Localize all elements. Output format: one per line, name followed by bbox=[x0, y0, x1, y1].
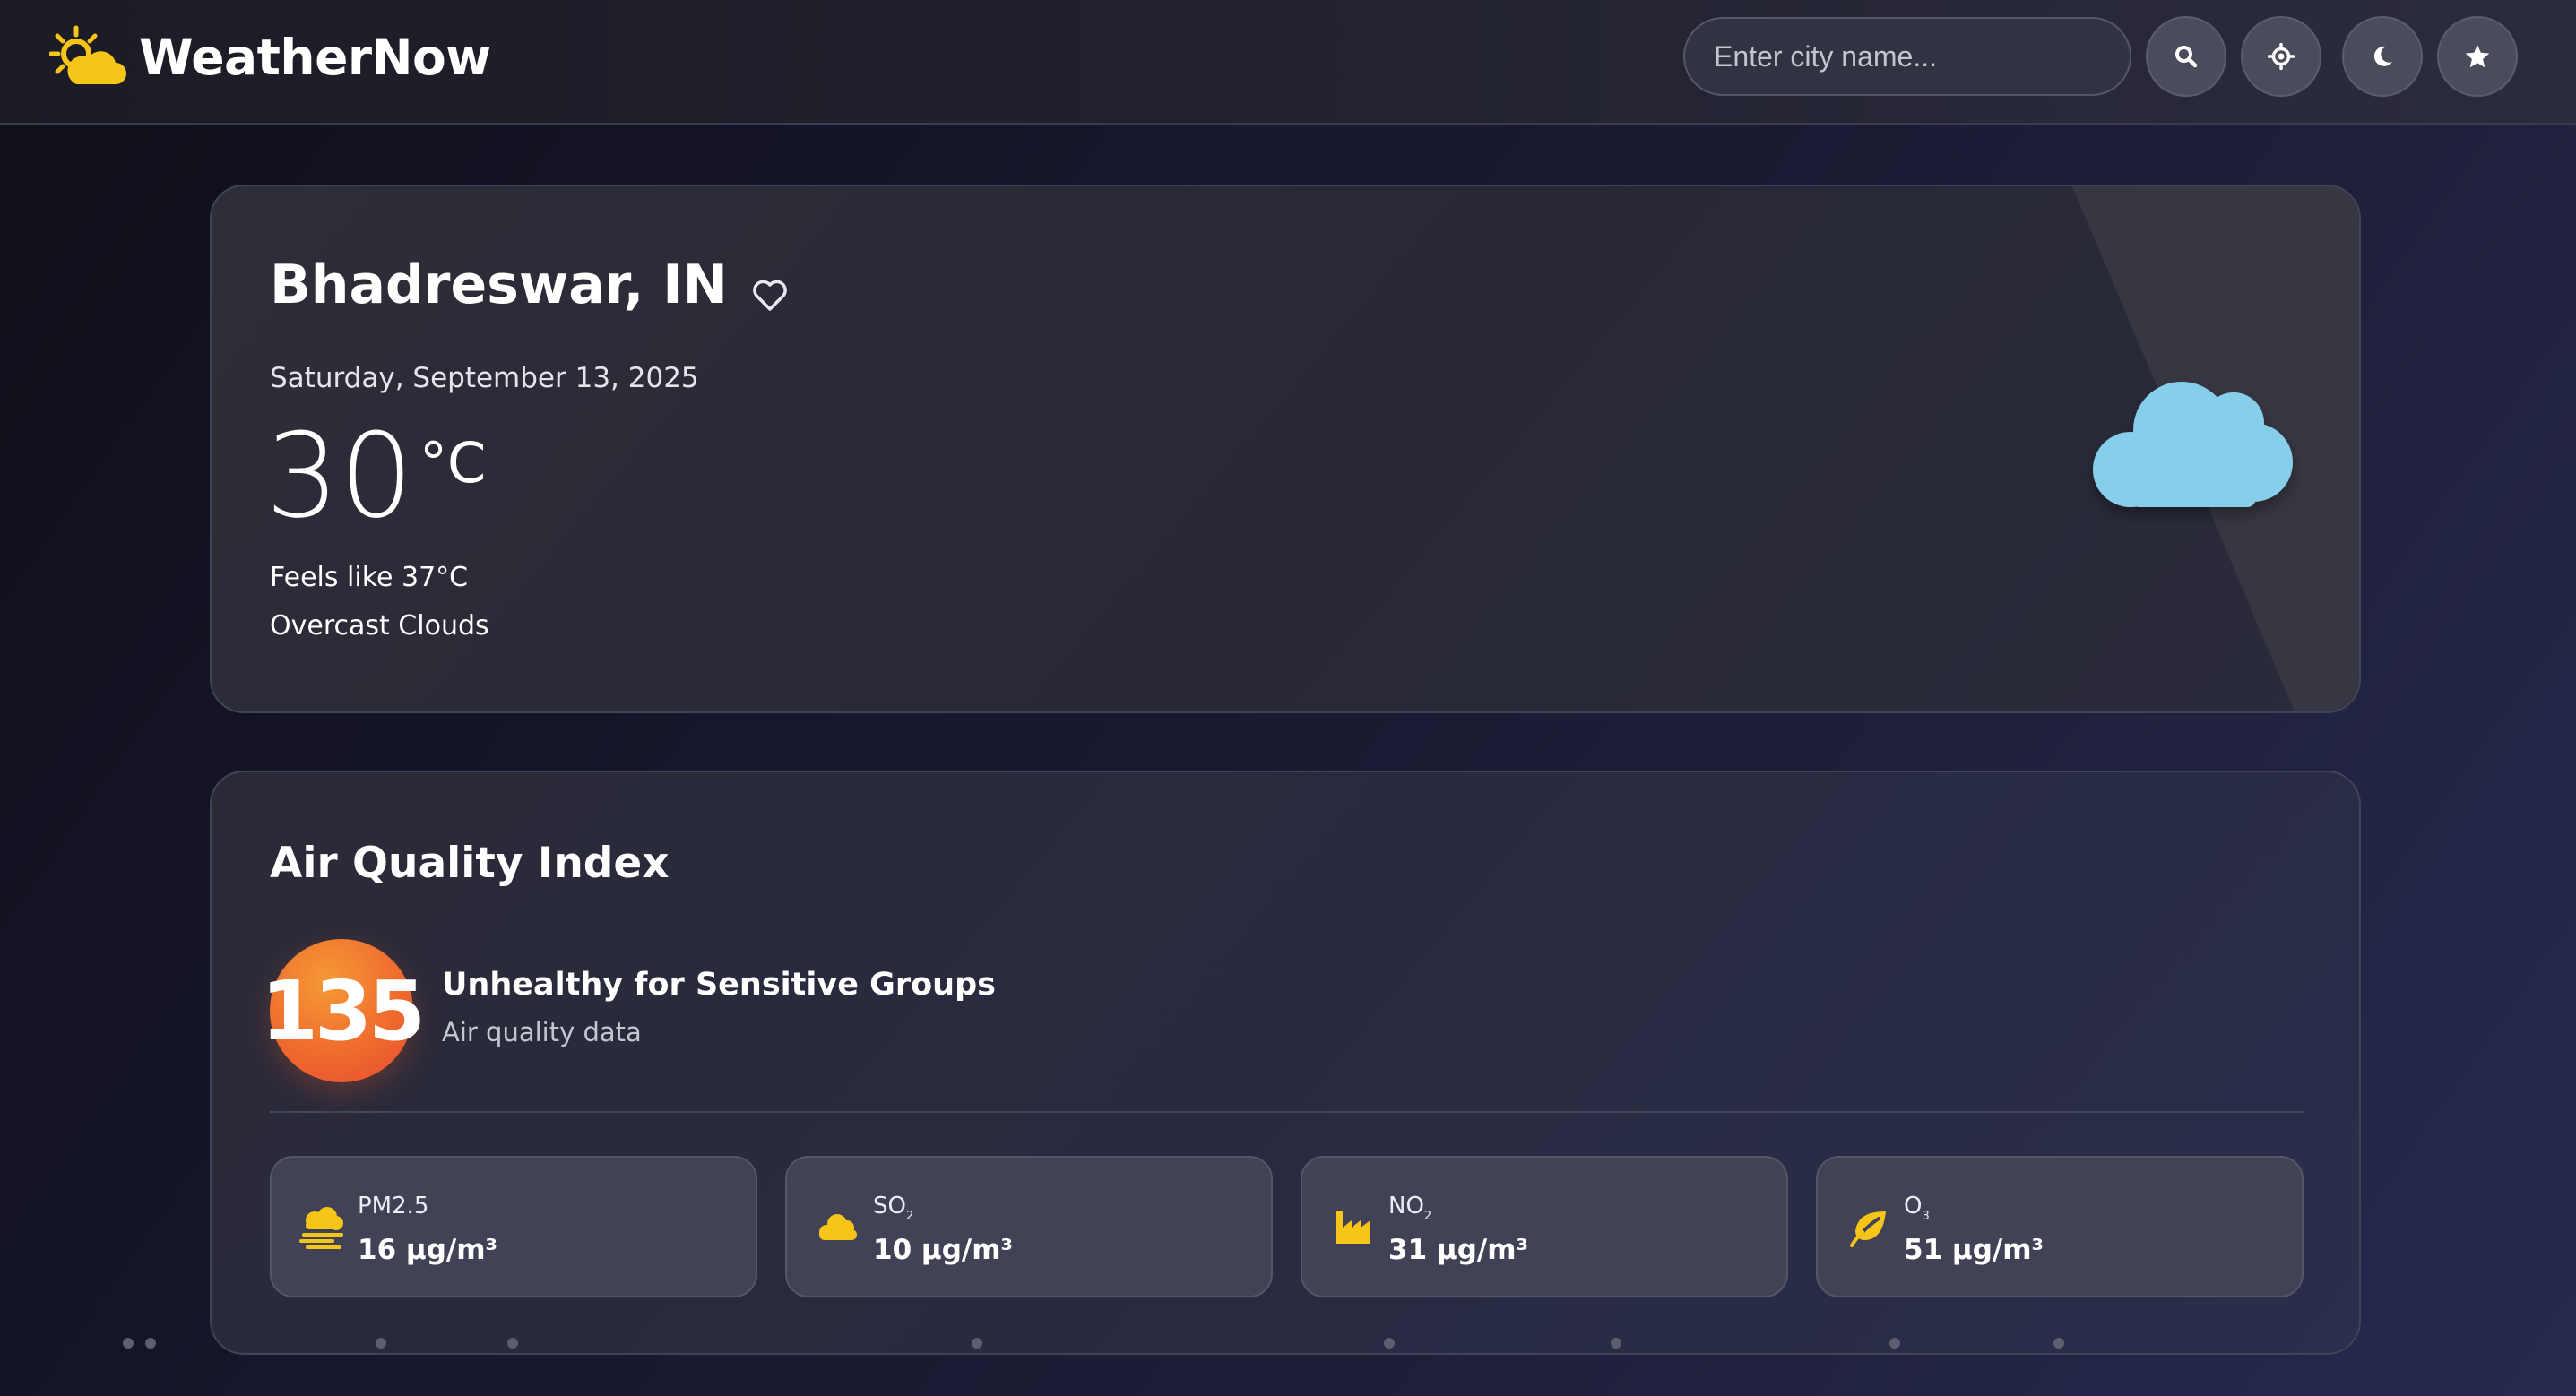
pollutant-card-pm25: PM2.5 16 μg/m³ bbox=[270, 1156, 757, 1297]
background-dot bbox=[1611, 1338, 1621, 1349]
pollutant-name: SO2 bbox=[873, 1193, 914, 1223]
app-header: WeatherNow bbox=[0, 0, 2576, 125]
favorites-button[interactable] bbox=[2437, 16, 2518, 97]
city-search-input[interactable] bbox=[1683, 17, 2131, 96]
current-location-button[interactable] bbox=[2241, 16, 2321, 97]
heart-outline-icon[interactable] bbox=[749, 274, 791, 315]
pollutant-card-no2: NO2 31 μg/m³ bbox=[1301, 1156, 1788, 1297]
pollutant-card-so2: SO2 10 μg/m³ bbox=[785, 1156, 1273, 1297]
aqi-subtitle: Air quality data bbox=[442, 1017, 642, 1047]
aqi-value-badge: 135 bbox=[261, 939, 426, 1082]
cloud-icon bbox=[819, 1214, 857, 1240]
industry-icon bbox=[1336, 1211, 1370, 1244]
background-dot bbox=[376, 1338, 386, 1349]
search-button[interactable] bbox=[2146, 16, 2226, 97]
temperature-unit: °C bbox=[419, 430, 487, 495]
theme-toggle-button[interactable] bbox=[2342, 16, 2423, 97]
pollutant-value: 16 μg/m³ bbox=[358, 1234, 498, 1266]
pollutant-card-o3: O3 51 μg/m³ bbox=[1816, 1156, 2304, 1297]
location-crosshair-icon bbox=[2268, 43, 2295, 70]
background-dot bbox=[2053, 1338, 2064, 1349]
aqi-status-text: Unhealthy for Sensitive Groups bbox=[442, 967, 996, 1003]
background-dot bbox=[123, 1338, 134, 1349]
aqi-section-title: Air Quality Index bbox=[270, 839, 670, 888]
air-quality-card: Air Quality Index 135 Unhealthy for Sens… bbox=[210, 771, 2361, 1355]
pollutant-value: 51 μg/m³ bbox=[1904, 1234, 2044, 1266]
background-dot bbox=[507, 1338, 518, 1349]
pollutant-name: NO2 bbox=[1388, 1193, 1432, 1223]
current-weather-card: Bhadreswar, IN Saturday, September 13, 2… bbox=[210, 185, 2361, 713]
star-icon bbox=[2465, 45, 2490, 68]
leaf-icon bbox=[1850, 1211, 1886, 1247]
background-dot bbox=[145, 1338, 156, 1349]
app-title: WeatherNow bbox=[139, 29, 491, 86]
city-name: Bhadreswar, IN bbox=[270, 254, 728, 316]
cloud-icon bbox=[2093, 382, 2293, 507]
moon-icon bbox=[2373, 46, 2392, 66]
current-date: Saturday, September 13, 2025 bbox=[270, 362, 699, 394]
background-dot bbox=[972, 1338, 982, 1349]
weather-description: Overcast Clouds bbox=[270, 610, 489, 642]
sun-behind-cloud-icon bbox=[49, 25, 126, 84]
background-dot bbox=[1889, 1338, 1900, 1349]
pollutant-name: PM2.5 bbox=[358, 1193, 429, 1219]
pollutant-name: O3 bbox=[1904, 1193, 1930, 1223]
divider bbox=[270, 1111, 2304, 1113]
background-dot bbox=[1384, 1338, 1395, 1349]
pollutant-value: 10 μg/m³ bbox=[873, 1234, 1014, 1266]
temperature-value: 30 bbox=[265, 408, 414, 544]
search-icon bbox=[2175, 46, 2198, 68]
feels-like-text: Feels like 37°C bbox=[270, 562, 469, 593]
pollutant-value: 31 μg/m³ bbox=[1388, 1234, 1529, 1266]
smog-icon bbox=[299, 1207, 343, 1249]
